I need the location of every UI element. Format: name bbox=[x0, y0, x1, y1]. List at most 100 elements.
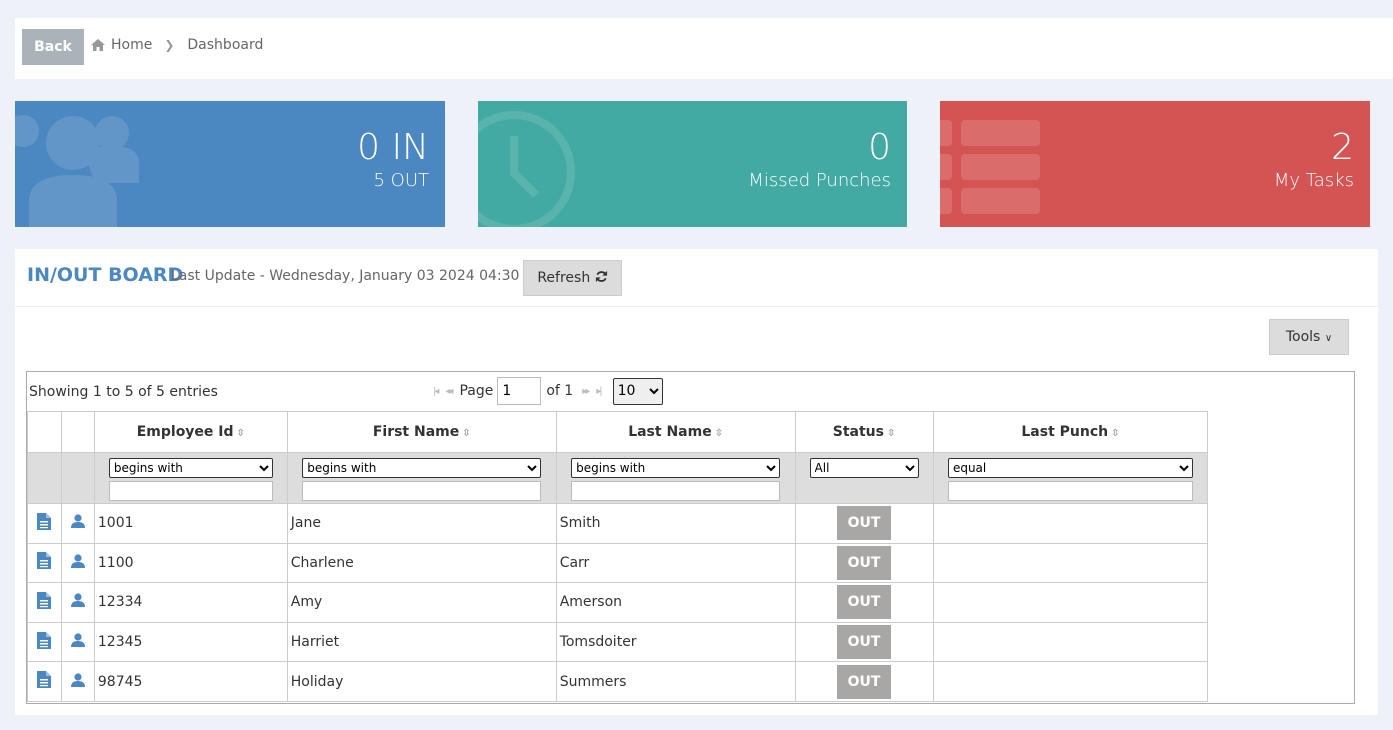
users-icon bbox=[15, 115, 139, 227]
tools-label: Tools bbox=[1285, 329, 1321, 345]
missed-label: Missed Punches bbox=[748, 170, 891, 191]
status-badge: OUT bbox=[837, 585, 892, 620]
first-name-cell: Harriet bbox=[286, 621, 557, 663]
first-name-cell: Jane bbox=[286, 503, 557, 544]
last-punch-cell bbox=[932, 621, 1209, 663]
document-icon[interactable] bbox=[37, 631, 52, 649]
col-header-status[interactable]: Status ⇳ bbox=[794, 411, 934, 453]
user-icon[interactable] bbox=[70, 673, 85, 687]
col-header-view bbox=[27, 411, 62, 453]
col-header-first-name[interactable]: First Name ⇳ bbox=[286, 411, 557, 453]
next-page-icon[interactable]: ▸▸ bbox=[582, 386, 590, 397]
page-input[interactable] bbox=[497, 377, 542, 405]
showing-entries: Showing 1 to 5 of 5 entries bbox=[29, 384, 218, 400]
status-badge: OUT bbox=[837, 664, 892, 699]
status-cell: OUT bbox=[794, 542, 934, 584]
filter-last-name: begins with bbox=[555, 452, 796, 504]
col-label: Last Name bbox=[628, 424, 712, 440]
clock-icon bbox=[478, 111, 575, 227]
page-label: Page bbox=[459, 383, 494, 399]
last-name-cell: Summers bbox=[555, 661, 796, 702]
view-cell bbox=[27, 542, 62, 584]
in-out-card[interactable]: 0 IN 5 OUT bbox=[15, 101, 445, 227]
profile-cell bbox=[60, 621, 95, 663]
board-title: IN/OUT BOARD bbox=[27, 264, 184, 286]
last-name-filter-input[interactable] bbox=[571, 481, 781, 501]
user-icon[interactable] bbox=[70, 514, 85, 529]
employee-id-cell: 12345 bbox=[93, 621, 288, 663]
chevron-right-icon: ❯ bbox=[164, 38, 175, 52]
rows-per-page-select[interactable]: 10 bbox=[612, 377, 663, 405]
refresh-icon bbox=[595, 270, 607, 283]
col-label: First Name bbox=[372, 424, 460, 440]
last-update: Last Update - Wednesday, January 03 2024… bbox=[171, 268, 545, 284]
prev-page-icon[interactable]: ◂◂ bbox=[445, 386, 453, 397]
filter-row: begins with begins with begins with All bbox=[27, 452, 1354, 504]
filter-first-name: begins with bbox=[286, 452, 557, 504]
employee-id-filter-select[interactable]: begins with bbox=[108, 458, 273, 478]
employee-id-cell: 98745 bbox=[93, 661, 288, 702]
status-filter-select[interactable]: All bbox=[809, 458, 919, 478]
view-cell bbox=[27, 503, 62, 544]
status-cell: OUT bbox=[794, 661, 934, 702]
filter-status: All bbox=[794, 452, 934, 504]
document-icon[interactable] bbox=[37, 671, 52, 689]
breadcrumb-home[interactable]: Home bbox=[111, 37, 152, 53]
last-name-filter-select[interactable]: begins with bbox=[571, 458, 781, 478]
col-header-employee-id[interactable]: Employee Id ⇳ bbox=[93, 411, 288, 453]
refresh-button[interactable]: Refresh bbox=[523, 260, 622, 296]
user-icon[interactable] bbox=[70, 554, 85, 568]
filter-cell-blank bbox=[1208, 453, 1354, 504]
pager-row: Showing 1 to 5 of 5 entries |◂ ◂◂ Page o… bbox=[27, 372, 1354, 412]
blank-cell bbox=[1208, 622, 1354, 662]
blank-cell bbox=[1208, 662, 1354, 702]
document-icon[interactable] bbox=[37, 552, 52, 570]
col-header-last-name[interactable]: Last Name ⇳ bbox=[555, 411, 796, 453]
col-header-last-punch[interactable]: Last Punch ⇳ bbox=[932, 411, 1209, 453]
user-icon[interactable] bbox=[70, 633, 85, 648]
col-label: Employee Id bbox=[136, 424, 234, 440]
status-cell: OUT bbox=[794, 582, 934, 623]
last-name-cell: Tomsdoiter bbox=[555, 621, 796, 663]
document-icon[interactable] bbox=[37, 512, 52, 530]
sort-icon: ⇳ bbox=[462, 428, 471, 439]
tools-button[interactable]: Tools ∨ bbox=[1269, 319, 1349, 355]
last-punch-filter-select[interactable]: equal bbox=[947, 458, 1193, 478]
filter-employee-id: begins with bbox=[93, 452, 288, 504]
user-icon[interactable] bbox=[70, 593, 85, 608]
first-page-icon[interactable]: |◂ bbox=[433, 386, 440, 397]
employee-id-cell: 12334 bbox=[93, 582, 288, 623]
status-cell: OUT bbox=[794, 621, 934, 663]
list-icon bbox=[940, 120, 1040, 214]
filter-cell-blank bbox=[27, 452, 62, 504]
last-page-icon[interactable]: ▸| bbox=[596, 386, 603, 397]
profile-cell bbox=[60, 582, 95, 623]
back-button[interactable]: Back bbox=[22, 29, 84, 65]
first-name-filter-select[interactable]: begins with bbox=[302, 458, 542, 478]
missed-punches-card[interactable]: 0 Missed Punches bbox=[478, 101, 907, 227]
col-label: Status bbox=[832, 424, 884, 440]
in-count: 0 IN bbox=[357, 127, 429, 168]
table-row: 1100 Charlene Carr OUT bbox=[27, 542, 1354, 584]
my-tasks-card[interactable]: 2 My Tasks bbox=[940, 101, 1370, 227]
employee-id-filter-input[interactable] bbox=[108, 481, 273, 501]
status-badge: OUT bbox=[837, 625, 892, 660]
first-name-filter-input[interactable] bbox=[302, 481, 542, 501]
tasks-label: My Tasks bbox=[1273, 170, 1354, 191]
col-header-profile bbox=[60, 411, 95, 453]
first-name-cell: Holiday bbox=[286, 661, 557, 702]
document-icon[interactable] bbox=[37, 591, 52, 609]
status-badge: OUT bbox=[837, 545, 892, 580]
employee-grid: Showing 1 to 5 of 5 entries |◂ ◂◂ Page o… bbox=[26, 371, 1355, 704]
profile-cell bbox=[60, 503, 95, 544]
last-name-cell: Smith bbox=[555, 503, 796, 544]
last-punch-filter-input[interactable] bbox=[947, 481, 1193, 501]
table-row: 98745 Holiday Summers OUT bbox=[27, 661, 1354, 702]
view-cell bbox=[27, 621, 62, 663]
home-icon bbox=[91, 39, 105, 51]
view-cell bbox=[27, 661, 62, 702]
refresh-label: Refresh bbox=[537, 270, 591, 286]
last-punch-cell bbox=[932, 503, 1209, 544]
last-name-cell: Amerson bbox=[555, 582, 796, 623]
blank-cell bbox=[1208, 583, 1354, 623]
